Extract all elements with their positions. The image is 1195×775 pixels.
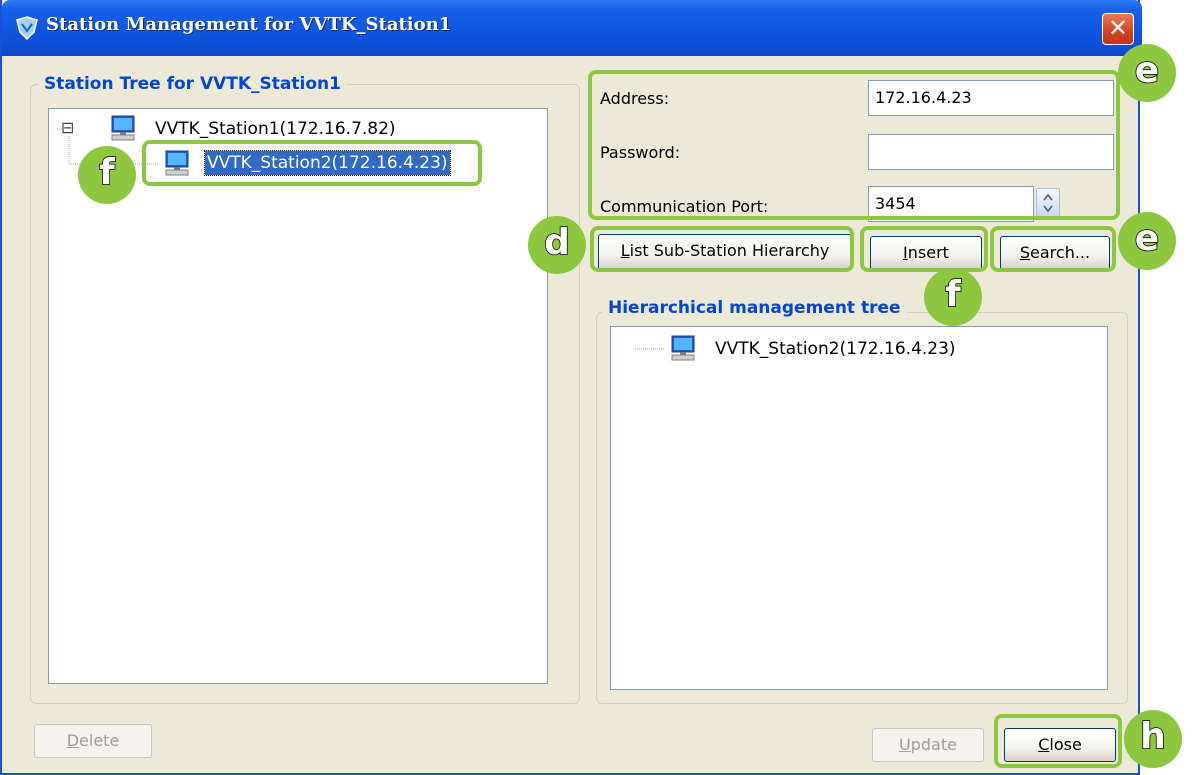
annotation-badge-f-insert: f	[924, 268, 982, 326]
computer-icon	[111, 115, 135, 141]
delete-label: elete	[79, 731, 120, 750]
chevron-up-icon[interactable]	[1043, 193, 1053, 201]
port-label: Communication Port:	[600, 197, 769, 216]
tree-node-station2-selected[interactable]: VVTK_Station2(172.16.4.23)	[204, 150, 451, 176]
shield-logo-icon	[16, 16, 38, 41]
window-title: Station Management for VVTK_Station1	[46, 14, 452, 35]
address-label: Address:	[600, 89, 670, 108]
insert-label: nsert	[907, 243, 949, 262]
hierarchy-tree[interactable]: VVTK_Station2(172.16.4.23)	[610, 326, 1108, 690]
hierarchy-node-station2[interactable]: VVTK_Station2(172.16.4.23)	[715, 337, 956, 361]
station-tree-title: Station Tree for VVTK_Station1	[38, 74, 347, 94]
close-mnemonic: C	[1038, 735, 1050, 754]
update-button[interactable]: Update	[872, 728, 984, 762]
collapse-icon[interactable]: ⊟	[61, 119, 74, 137]
annotation-badge-f-tree: f	[78, 146, 136, 204]
port-field[interactable]: 3454	[868, 186, 1034, 222]
search-label: earch...	[1030, 243, 1091, 262]
update-label: pdate	[910, 735, 957, 754]
close-label: lose	[1049, 735, 1082, 754]
insert-button[interactable]: Insert	[870, 236, 982, 270]
address-field[interactable]: 172.16.4.23	[868, 80, 1114, 116]
computer-icon	[671, 335, 695, 361]
list-hierarchy-mnemonic: L	[620, 241, 630, 260]
annotation-badge-e-top: e	[1118, 44, 1176, 102]
delete-button[interactable]: Delete	[34, 724, 152, 758]
search-button[interactable]: Search...	[1000, 236, 1110, 270]
annotation-badge-d: d	[528, 216, 586, 274]
close-button[interactable]: Close	[1004, 728, 1116, 762]
title-bar[interactable]: Station Management for VVTK_Station1 ✕	[2, 0, 1142, 56]
annotation-badge-e-search: e	[1118, 212, 1176, 270]
annotation-badge-h: h	[1124, 710, 1182, 768]
password-label: Password:	[600, 143, 681, 162]
station-management-dialog: Station Management for VVTK_Station1 ✕ S…	[0, 0, 1142, 775]
search-mnemonic: S	[1019, 243, 1031, 262]
hierarchy-tree-title: Hierarchical management tree	[602, 298, 907, 318]
port-stepper[interactable]	[1036, 188, 1060, 218]
password-field[interactable]	[868, 134, 1114, 170]
tree-connector-line	[635, 348, 665, 350]
close-icon[interactable]: ✕	[1102, 13, 1134, 45]
delete-mnemonic: D	[66, 731, 80, 750]
update-mnemonic: U	[899, 735, 911, 754]
chevron-down-icon[interactable]	[1043, 205, 1053, 213]
computer-icon	[165, 150, 189, 176]
list-hierarchy-label: ist Sub-Station Hierarchy	[629, 241, 830, 260]
tree-node-station1[interactable]: VVTK_Station1(172.16.7.82)	[155, 117, 396, 141]
list-sub-station-hierarchy-button[interactable]: List Sub-Station Hierarchy	[598, 234, 852, 270]
